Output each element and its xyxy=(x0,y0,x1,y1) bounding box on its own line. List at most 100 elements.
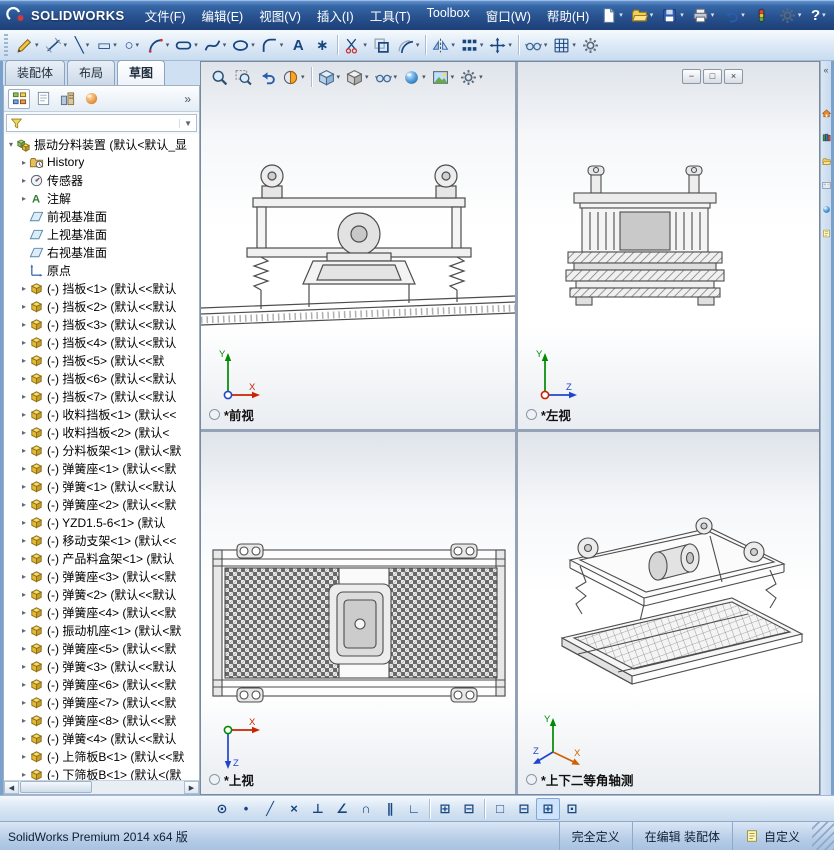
expand-arrow-icon[interactable]: ▸ xyxy=(19,626,29,635)
help-button[interactable]: ? ▾ xyxy=(806,4,830,26)
displaymanager-tab[interactable] xyxy=(80,89,102,109)
tree-item-right-plane[interactable]: 右视基准面 xyxy=(4,243,199,261)
tree-item-annotations[interactable]: ▸ 注解 xyxy=(4,189,199,207)
tree-item[interactable]: ▸ (-) 弹簧座<3> (默认<<默 xyxy=(4,567,199,585)
options-button[interactable]: ▾ xyxy=(776,4,805,26)
snap-hv-button[interactable]: ∟ xyxy=(402,798,426,820)
save-button[interactable]: ▾ xyxy=(658,4,687,26)
tree-item[interactable]: ▸ (-) 弹簧<1> (默认<<默认 xyxy=(4,477,199,495)
expand-arrow-icon[interactable]: ▸ xyxy=(19,644,29,653)
tree-item[interactable]: ▸ (-) 挡板<1> (默认<<默认 xyxy=(4,279,199,297)
expand-arrow-icon[interactable]: ▸ xyxy=(19,464,29,473)
scrollbar-thumb[interactable] xyxy=(20,781,92,793)
expand-arrow-icon[interactable]: ▸ xyxy=(19,536,29,545)
propertymanager-tab[interactable] xyxy=(32,89,54,109)
taskpane-collapse-icon[interactable]: « xyxy=(823,65,828,75)
filter-input[interactable] xyxy=(26,115,179,131)
expand-arrow-icon[interactable]: ▸ xyxy=(19,698,29,707)
spline-tool-button[interactable]: ▾ xyxy=(201,32,230,58)
trim-entities-button[interactable]: ▾ xyxy=(341,32,370,58)
panel-horizontal-scrollbar[interactable]: ◀ ▶ xyxy=(4,780,199,794)
viewport-pane-isometric[interactable]: Y X Z *上下二等角轴测 xyxy=(518,432,819,794)
point-tool-button[interactable]: ∗ xyxy=(310,32,334,58)
scroll-left-button[interactable]: ◀ xyxy=(4,781,19,794)
tree-item[interactable]: ▸ (-) 挡板<3> (默认<<默认 xyxy=(4,315,199,333)
featuremanager-tab[interactable] xyxy=(8,88,30,109)
linear-pattern-button[interactable]: ▾ xyxy=(458,32,487,58)
tree-root-assembly[interactable]: ▾ 振动分料装置 (默认<默认_显 xyxy=(4,135,199,153)
snap-length-button[interactable]: ⊟ xyxy=(457,798,481,820)
hide-show-items-button[interactable]: ▾ xyxy=(372,65,401,89)
expand-arrow-icon[interactable]: ▸ xyxy=(19,752,29,761)
smart-dimension-button[interactable]: ▾ xyxy=(42,32,71,58)
grid-snap-button[interactable]: ⊞ xyxy=(433,798,457,820)
tree-item[interactable]: ▸ (-) 弹簧座<4> (默认<<默 xyxy=(4,603,199,621)
expand-arrow-icon[interactable]: ▸ xyxy=(19,338,29,347)
menu-file[interactable]: 文件(F) xyxy=(137,2,194,29)
expand-arrow-icon[interactable]: ▸ xyxy=(19,716,29,725)
expand-arrow-icon[interactable]: ▾ xyxy=(6,140,16,149)
tree-item[interactable]: ▸ (-) 弹簧座<7> (默认<<默 xyxy=(4,693,199,711)
move-entities-button[interactable]: ▾ xyxy=(486,32,515,58)
panel-overflow-button[interactable]: » xyxy=(180,92,195,106)
text-tool-button[interactable]: A xyxy=(286,32,310,58)
undo-button[interactable]: ▾ xyxy=(719,4,748,26)
ellipse-tool-button[interactable]: ▾ xyxy=(229,32,258,58)
tree-item[interactable]: ▸ (-) 收料挡板<1> (默认<< xyxy=(4,405,199,423)
tree-item[interactable]: ▸ (-) 弹簧座<5> (默认<<默 xyxy=(4,639,199,657)
viewport-pane-left[interactable]: Y Z *左视 xyxy=(518,62,819,429)
document-close-button[interactable]: × xyxy=(724,69,743,84)
sketch-button[interactable]: ▾ xyxy=(13,32,42,58)
tab-layout[interactable]: 布局 xyxy=(67,60,116,85)
section-view-button[interactable]: ▾ xyxy=(279,65,308,89)
display-relations-button[interactable]: ▾ xyxy=(522,32,551,58)
tree-item[interactable]: ▸ (-) 弹簧<4> (默认<<默认 xyxy=(4,729,199,747)
menu-tools[interactable]: 工具(T) xyxy=(362,2,419,29)
snap-parallel-button[interactable]: ∥ xyxy=(378,798,402,820)
snap-angle-button[interactable]: ∠ xyxy=(330,798,354,820)
viewport-single-button[interactable]: □ xyxy=(488,798,512,820)
tree-item-history[interactable]: ▸ History xyxy=(4,153,199,171)
tree-item[interactable]: ▸ (-) 弹簧<2> (默认<<默认 xyxy=(4,585,199,603)
print-button[interactable]: ▾ xyxy=(689,4,718,26)
expand-arrow-icon[interactable]: ▸ xyxy=(19,482,29,491)
taskpane-view-palette-button[interactable] xyxy=(821,177,832,193)
taskpane-file-explorer-button[interactable] xyxy=(821,153,832,169)
mirror-entities-button[interactable]: ▾ xyxy=(429,32,458,58)
tree-item[interactable]: ▸ (-) 弹簧座<8> (默认<<默 xyxy=(4,711,199,729)
tree-item[interactable]: ▸ (-) 分料板架<1> (默认<默 xyxy=(4,441,199,459)
tree-item[interactable]: ▸ (-) 收料挡板<2> (默认< xyxy=(4,423,199,441)
tab-assembly[interactable]: 装配体 xyxy=(5,60,66,85)
expand-arrow-icon[interactable]: ▸ xyxy=(19,158,29,167)
sketch-fillet-button[interactable]: ▾ xyxy=(258,32,287,58)
tree-item-top-plane[interactable]: 上视基准面 xyxy=(4,225,199,243)
view-orientation-button[interactable]: ▾ xyxy=(315,65,344,89)
tree-item-origin[interactable]: 原点 xyxy=(4,261,199,279)
snap-select-button[interactable]: ⊙ xyxy=(210,798,234,820)
document-minimize-button[interactable]: − xyxy=(682,69,701,84)
expand-arrow-icon[interactable]: ▸ xyxy=(19,554,29,563)
tree-item[interactable]: ▸ (-) 振动机座<1> (默认<默 xyxy=(4,621,199,639)
tree-item[interactable]: ▸ (-) 弹簧座<2> (默认<<默 xyxy=(4,495,199,513)
expand-arrow-icon[interactable]: ▸ xyxy=(19,176,29,185)
previous-view-button[interactable] xyxy=(255,65,279,89)
menu-edit[interactable]: 编辑(E) xyxy=(194,2,252,29)
taskpane-resources-button[interactable] xyxy=(821,105,832,121)
expand-arrow-icon[interactable]: ▸ xyxy=(19,410,29,419)
expand-arrow-icon[interactable]: ▸ xyxy=(19,770,29,779)
expand-arrow-icon[interactable]: ▸ xyxy=(19,518,29,527)
offset-entities-button[interactable]: ▾ xyxy=(394,32,423,58)
document-restore-button[interactable]: □ xyxy=(703,69,722,84)
expand-arrow-icon[interactable]: ▸ xyxy=(19,500,29,509)
tree-item[interactable]: ▸ (-) 挡板<7> (默认<<默认 xyxy=(4,387,199,405)
tree-item[interactable]: ▸ (-) 弹簧座<6> (默认<<默 xyxy=(4,675,199,693)
viewport-pane-top[interactable]: X Z *上视 xyxy=(201,432,515,794)
snap-intersection-button[interactable]: × xyxy=(282,798,306,820)
expand-arrow-icon[interactable]: ▸ xyxy=(19,356,29,365)
tree-item[interactable]: ▸ (-) 产品料盒架<1> (默认 xyxy=(4,549,199,567)
tab-sketch[interactable]: 草图 xyxy=(117,60,166,85)
expand-arrow-icon[interactable]: ▸ xyxy=(19,194,29,203)
tree-item-front-plane[interactable]: 前视基准面 xyxy=(4,207,199,225)
scroll-right-button[interactable]: ▶ xyxy=(184,781,199,794)
snap-tangent-button[interactable]: ∩ xyxy=(354,798,378,820)
